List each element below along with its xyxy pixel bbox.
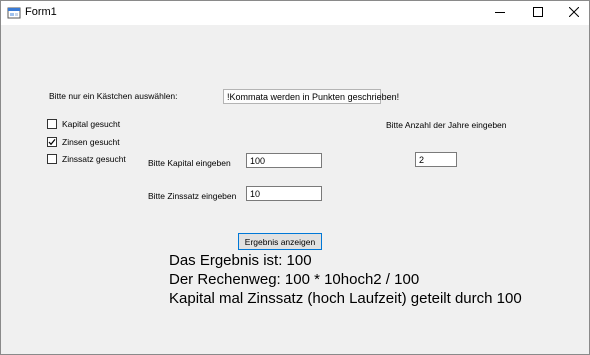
years-prompt-label: Bitte Anzahl der Jahre eingeben: [386, 120, 507, 130]
minimize-icon: [495, 4, 505, 22]
minimize-button[interactable]: [483, 1, 517, 25]
close-button[interactable]: [557, 1, 589, 25]
window-title: Form1: [25, 6, 57, 18]
checkbox-box[interactable]: [47, 137, 57, 147]
title-bar[interactable]: Form1: [1, 1, 589, 25]
checkbox-box[interactable]: [47, 119, 57, 129]
calculation-line: Der Rechenweg: 100 * 10hoch2 / 100: [169, 271, 420, 288]
form-app-icon: [7, 6, 21, 20]
checkbox-zinssatz-gesucht[interactable]: Zinssatz gesucht: [47, 154, 126, 164]
checkbox-label: Zinssatz gesucht: [62, 154, 126, 164]
form-window: Form1 Bitte nur ein Kästchen auswählen: …: [0, 0, 590, 355]
checkbox-label: Zinsen gesucht: [62, 137, 120, 147]
maximize-button[interactable]: [521, 1, 555, 25]
years-input[interactable]: 2: [415, 152, 457, 167]
show-result-button[interactable]: Ergebnis anzeigen: [238, 233, 322, 250]
rate-input[interactable]: 10: [246, 186, 322, 201]
maximize-icon: [533, 4, 543, 22]
result-line: Das Ergebnis ist: 100: [169, 252, 312, 269]
capital-prompt-label: Bitte Kapital eingeben: [148, 158, 231, 168]
checkbox-kapital-gesucht[interactable]: Kapital gesucht: [47, 119, 120, 129]
select-one-label: Bitte nur ein Kästchen auswählen:: [49, 91, 178, 101]
hint-textbox[interactable]: !Kommata werden in Punkten geschrieben!: [223, 89, 399, 104]
checkbox-box[interactable]: [47, 154, 57, 164]
close-icon: [568, 4, 580, 22]
checkbox-label: Kapital gesucht: [62, 119, 121, 129]
rate-prompt-label: Bitte Zinssatz eingeben: [148, 191, 237, 201]
capital-input[interactable]: 100: [246, 153, 322, 168]
checkbox-zinsen-gesucht[interactable]: Zinsen gesucht: [47, 137, 120, 147]
checkmark-icon: [48, 139, 56, 146]
formula-description-line: Kapital mal Zinssatz (hoch Laufzeit) get…: [169, 290, 522, 307]
